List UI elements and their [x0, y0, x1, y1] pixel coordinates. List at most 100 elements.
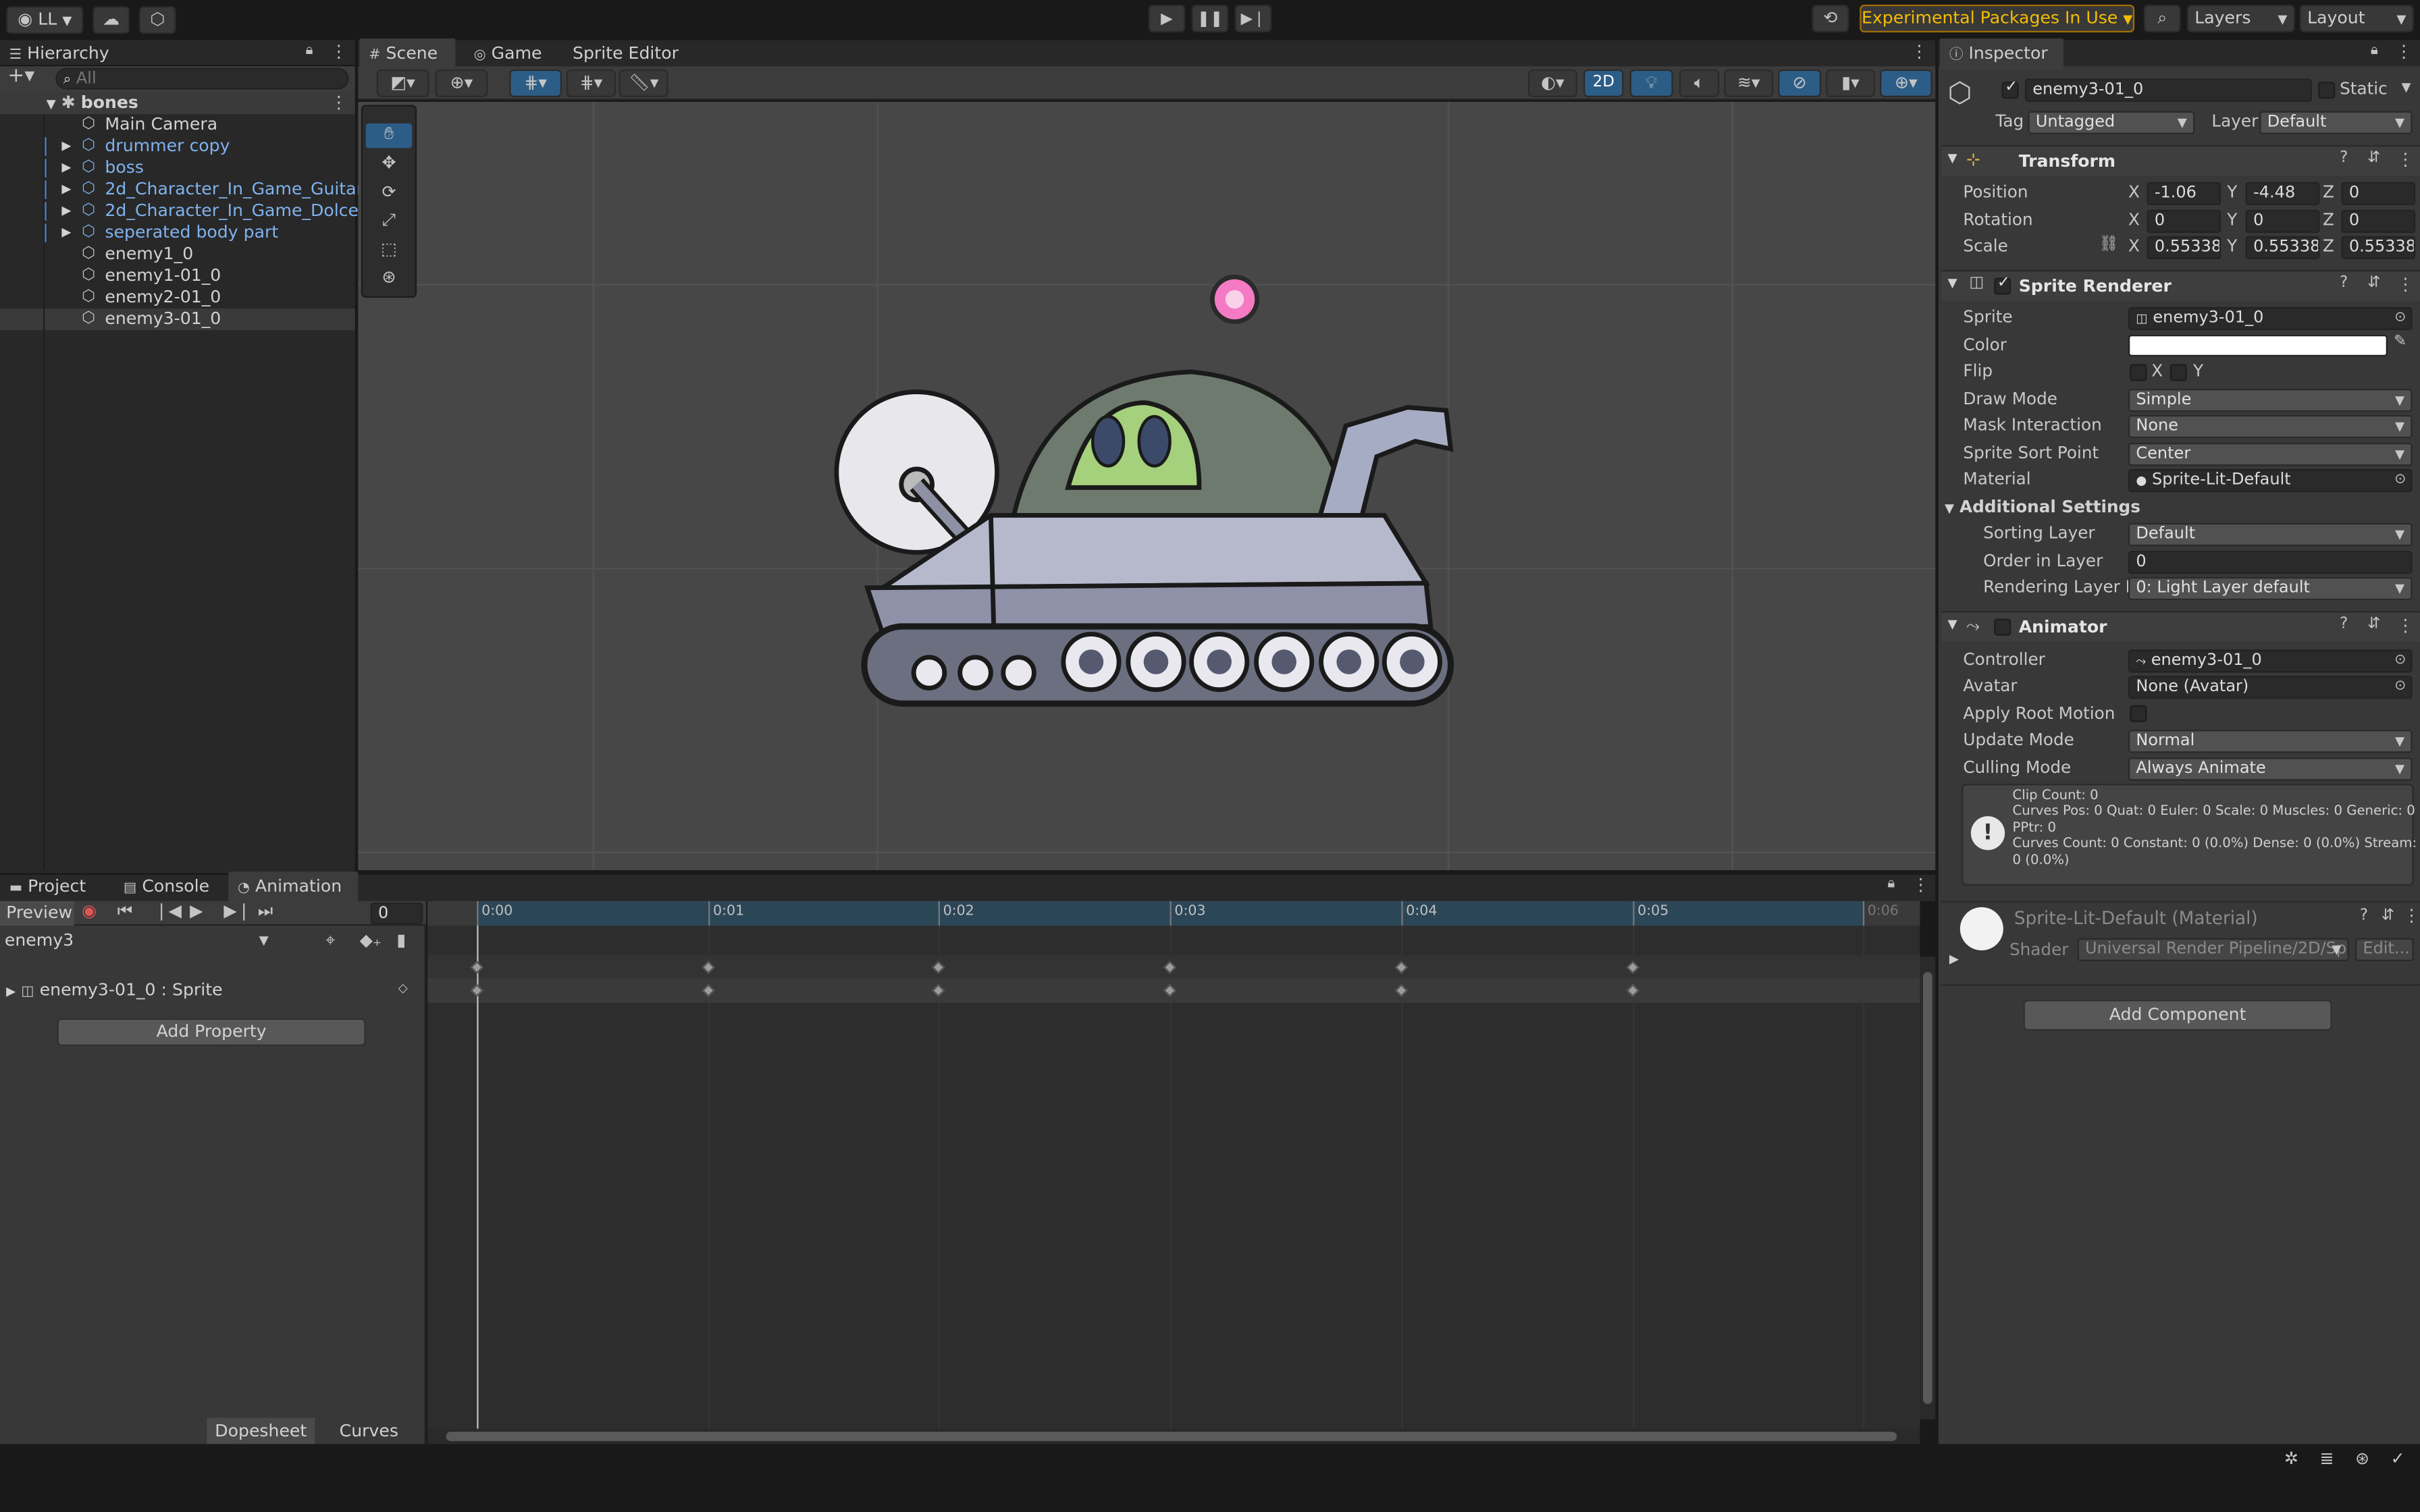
mask-interaction-dropdown[interactable]: None ▼: [2128, 414, 2413, 439]
hierarchy-item[interactable]: ▶ ⬡ seperated body part: [0, 222, 355, 244]
sprite-field[interactable]: ◫ enemy3-01_0 ⊙: [2128, 306, 2413, 331]
increment-snap-button[interactable]: ⋕▾: [566, 69, 616, 97]
pos-y-input[interactable]: -4.48: [2245, 182, 2320, 205]
culling-mode-dropdown[interactable]: Always Animate ▼: [2128, 757, 2413, 781]
animator-enabled-checkbox[interactable]: [1994, 618, 2011, 636]
first-key-icon[interactable]: ⏮: [117, 901, 133, 923]
preset-icon[interactable]: ⇵: [2367, 616, 2380, 632]
hierarchy-item[interactable]: ▶ ⬡ 2d_Character_In_Game_Dolce_: [0, 200, 367, 222]
clip-dropdown[interactable]: enemy3 ▼: [0, 929, 275, 954]
material-field[interactable]: ● Sprite-Lit-Default ⊙: [2128, 468, 2413, 493]
add-icon[interactable]: +▾: [7, 65, 34, 88]
step-button[interactable]: ▶❘: [1234, 4, 1272, 32]
material-foldout-icon[interactable]: ▶: [1949, 952, 1959, 966]
preset-icon[interactable]: ⇵: [2367, 150, 2380, 167]
sprite-renderer-enabled-checkbox[interactable]: [1994, 275, 2011, 295]
cloud-button[interactable]: ☁: [93, 6, 130, 34]
link-icon[interactable]: ⛓︎: [2099, 236, 2119, 253]
shader-dropdown[interactable]: Universal Render Pipeline/2D/Sp ▼: [2077, 938, 2349, 961]
experimental-packages-button[interactable]: Experimental Packages In Use ▼: [1860, 4, 2135, 32]
hidden-objects-button[interactable]: ⊘: [1778, 69, 1822, 97]
more-icon[interactable]: ⋮: [330, 42, 347, 62]
timeline-scrollbar-h[interactable]: [427, 1428, 1920, 1444]
hierarchy-item[interactable]: ⬡ enemy2-01_0: [0, 287, 355, 308]
property-row[interactable]: ▶ ◫ enemy3-01_0 : Sprite: [0, 978, 426, 1003]
next-key-icon[interactable]: ▶❘: [223, 901, 251, 921]
scene-root[interactable]: ▼ ✱ bones: [0, 92, 355, 115]
filter-selected-icon[interactable]: ⌖: [325, 930, 335, 952]
audio-button[interactable]: 🔈︎: [1679, 69, 1720, 97]
layers-dropdown[interactable]: Layers ▼: [2186, 4, 2295, 32]
rot-x-input[interactable]: 0: [2147, 209, 2221, 234]
help-icon[interactable]: ?: [2340, 616, 2348, 632]
frame-input[interactable]: 0: [370, 902, 423, 925]
rect-tool-button[interactable]: ⬚: [366, 239, 413, 264]
play-icon[interactable]: ▶: [190, 901, 203, 921]
apply-root-motion-checkbox[interactable]: [2130, 705, 2147, 722]
bug-icon[interactable]: ✲: [2284, 1449, 2298, 1469]
tab-console[interactable]: ▤ Console: [114, 871, 226, 902]
component-more-icon[interactable]: ⋮: [2397, 275, 2414, 295]
tab-game[interactable]: ◎ Game: [465, 38, 557, 70]
effects-button[interactable]: ≋▾: [1724, 69, 1774, 97]
toggle-2d-button[interactable]: 2D: [1583, 69, 1624, 97]
tab-scene[interactable]: # Scene: [359, 38, 456, 70]
curves-tab[interactable]: Curves: [315, 1418, 423, 1444]
scene-more-icon[interactable]: ⋮: [1911, 42, 1928, 62]
update-mode-dropdown[interactable]: Normal ▼: [2128, 730, 2413, 753]
history-button[interactable]: ⟲: [1812, 4, 1849, 32]
add-event-icon[interactable]: ▮: [396, 930, 406, 950]
component-more-icon[interactable]: ⋮: [2397, 616, 2414, 636]
rot-y-input[interactable]: 0: [2245, 209, 2320, 234]
sprite-sort-point-dropdown[interactable]: Center ▼: [2128, 442, 2413, 466]
playhead[interactable]: [477, 925, 479, 1429]
lighting-button[interactable]: 💡︎: [1629, 69, 1673, 97]
flip-x-checkbox[interactable]: [2130, 364, 2147, 381]
rot-z-input[interactable]: 0: [2341, 209, 2416, 234]
hierarchy-item[interactable]: ⬡ enemy3-01_0: [0, 308, 355, 331]
hierarchy-item[interactable]: ⬡ enemy1-01_0: [0, 265, 355, 287]
search-button[interactable]: ⌕: [2143, 4, 2181, 32]
view-tool-button[interactable]: ✋︎: [365, 123, 413, 148]
scale-tool-button[interactable]: ⤢: [366, 210, 413, 235]
object-picker-icon[interactable]: ⊙: [2394, 677, 2406, 697]
preset-icon[interactable]: ⇵: [2382, 907, 2394, 924]
pos-x-input[interactable]: -1.06: [2147, 182, 2221, 205]
static-checkbox[interactable]: [2318, 82, 2336, 99]
hierarchy-item[interactable]: ▶ ⬡ 2d_Character_In_Game_Guitar: [0, 179, 363, 200]
tab-project[interactable]: ▬ Project: [0, 871, 111, 902]
play-button[interactable]: ▶: [1148, 4, 1186, 32]
controller-field[interactable]: ⤳ enemy3-01_0 ⊙: [2128, 649, 2413, 673]
object-picker-icon[interactable]: ⊙: [2394, 651, 2406, 672]
more-icon[interactable]: ⋮: [1912, 875, 1929, 895]
draw-mode-dropdown[interactable]: Simple ▼: [2128, 388, 2413, 412]
gizmos-button[interactable]: ⊕▾: [1879, 69, 1932, 97]
active-checkbox[interactable]: [2001, 79, 2019, 99]
tag-dropdown[interactable]: Untagged ▼: [2028, 111, 2195, 134]
additional-settings-foldout[interactable]: ▼ Additional Settings: [1945, 497, 2408, 520]
record-icon[interactable]: ◉: [82, 901, 97, 921]
preset-icon[interactable]: ⇵: [2367, 275, 2380, 292]
lock-icon[interactable]: 🔒︎: [2371, 43, 2378, 59]
layout-dropdown[interactable]: Layout ▼: [2299, 4, 2414, 32]
sprite-renderer-header[interactable]: ▼ ◫ Sprite Renderer ? ⇵ ⋮: [1941, 269, 2420, 301]
scene-more-icon[interactable]: ⋮: [330, 92, 347, 113]
scl-y-input[interactable]: 0.55338: [2245, 236, 2320, 259]
color-swatch[interactable]: [2128, 334, 2388, 356]
tab-animation[interactable]: ◔ Animation: [228, 871, 359, 903]
global-toggle[interactable]: ⊕▾: [435, 69, 488, 97]
help-icon[interactable]: ?: [2340, 150, 2348, 167]
hierarchy-item[interactable]: ▶ ⬡ boss: [0, 157, 355, 179]
tab-sprite-editor[interactable]: Sprite Editor: [563, 38, 687, 70]
pause-button[interactable]: ❚❚: [1191, 4, 1229, 32]
debug-icon[interactable]: ⊛: [2355, 1449, 2369, 1469]
collab-button[interactable]: ⬡: [138, 6, 176, 34]
help-icon[interactable]: ?: [2360, 907, 2368, 924]
static-dropdown-icon[interactable]: ▼: [2402, 80, 2411, 94]
avatar-field[interactable]: None (Avatar) ⊙: [2128, 676, 2413, 699]
last-key-icon[interactable]: ⏭: [258, 901, 273, 923]
add-property-button[interactable]: Add Property: [57, 1018, 366, 1046]
camera-button[interactable]: ▮▾: [1825, 69, 1876, 97]
preview-button[interactable]: Preview: [0, 900, 74, 926]
more-icon[interactable]: ⋮: [2395, 42, 2412, 62]
